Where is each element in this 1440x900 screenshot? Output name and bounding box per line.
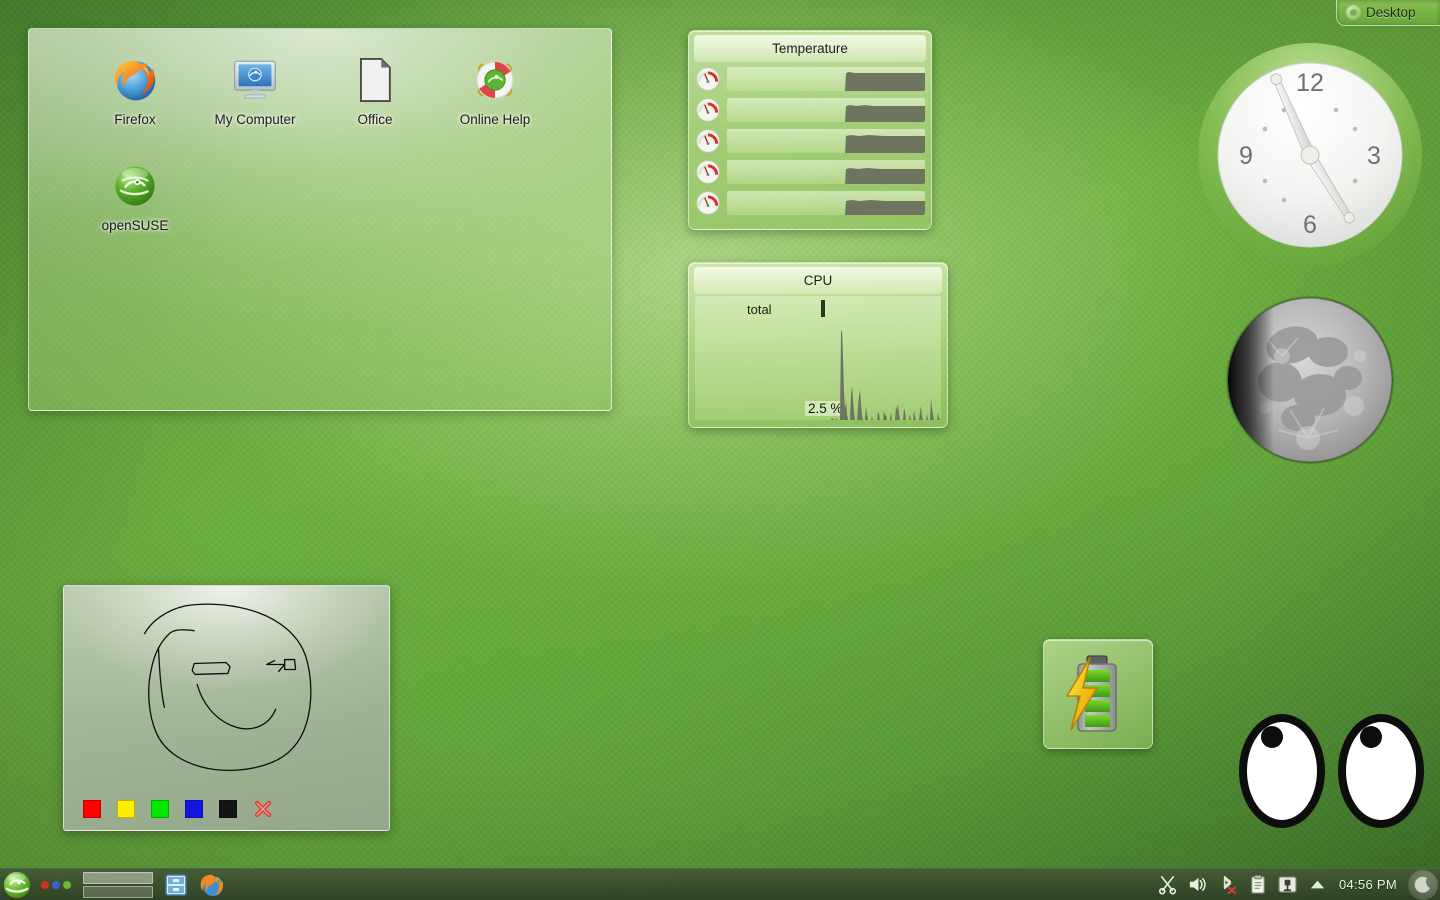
moon-phase-widget[interactable] xyxy=(1220,290,1400,470)
cpu-history-graph xyxy=(829,330,941,420)
paint-canvas[interactable] xyxy=(64,586,389,830)
clock-hour-label-9: 9 xyxy=(1239,142,1253,170)
device-notifier-icon[interactable] xyxy=(1277,874,1298,895)
desktop-icon-my-computer[interactable]: My Computer xyxy=(195,51,315,157)
cpu-legend-label: total xyxy=(747,302,772,317)
temperature-sparkline xyxy=(727,191,925,215)
eye-right xyxy=(1338,714,1424,828)
firefox-icon[interactable] xyxy=(199,872,225,898)
gauge-icon xyxy=(696,191,720,215)
pager[interactable] xyxy=(83,871,153,898)
cashew-icon xyxy=(1346,5,1361,20)
temperature-row xyxy=(695,97,925,123)
paint-palette xyxy=(83,799,273,819)
clock-hour-label-3: 3 xyxy=(1367,142,1381,170)
gauge-icon xyxy=(696,129,720,153)
temperature-rows xyxy=(689,64,931,222)
pupil-right xyxy=(1360,726,1382,748)
battery-charging-icon xyxy=(1066,655,1117,732)
arrow-up-icon[interactable] xyxy=(1307,874,1328,895)
desktop-icon-label: Office xyxy=(357,112,393,127)
desktop-icon-opensuse[interactable]: openSUSE xyxy=(75,157,195,263)
cpu-graph-area: total 2.5 % xyxy=(695,296,941,420)
gauge-icon xyxy=(696,98,720,122)
cpu-widget-title: CPU xyxy=(694,267,942,294)
pager-desktop-2[interactable] xyxy=(83,885,153,898)
folder-view-widget[interactable]: Firefox My Computer Office Online Help o… xyxy=(28,28,612,411)
color-swatch-red[interactable] xyxy=(83,800,101,818)
activity-dot[interactable] xyxy=(52,880,60,889)
taskbar: 04:56 PM xyxy=(0,868,1440,900)
temperature-widget-title: Temperature xyxy=(694,35,926,62)
opensuse-kickoff-icon[interactable] xyxy=(2,870,32,900)
moon-tray-icon[interactable] xyxy=(1408,869,1438,900)
tray-clock[interactable]: 04:56 PM xyxy=(1339,877,1397,892)
online-help-lifering-icon xyxy=(476,61,514,99)
activity-dot[interactable] xyxy=(41,880,49,889)
temperature-sparkline xyxy=(727,98,925,122)
scissors-icon[interactable] xyxy=(1157,874,1178,895)
pager-desktop-1[interactable] xyxy=(83,871,153,884)
gauge-icon xyxy=(696,160,720,184)
clock-hour-label-6: 6 xyxy=(1303,211,1317,239)
eyes-widget[interactable] xyxy=(1236,706,1428,836)
clipboard-icon[interactable] xyxy=(1247,874,1268,895)
cpu-legend-swatch xyxy=(821,300,825,317)
gauge-icon xyxy=(696,67,720,91)
battery-widget[interactable] xyxy=(1043,639,1153,749)
speaker-icon[interactable] xyxy=(1187,874,1208,895)
temperature-row xyxy=(695,159,925,185)
bluetooth-disabled-icon[interactable] xyxy=(1217,874,1238,895)
desktop-icon-office[interactable]: Office xyxy=(315,51,435,157)
paint-notes-widget[interactable] xyxy=(63,585,390,831)
firefox-icon xyxy=(114,60,156,101)
pupil-left xyxy=(1261,726,1283,748)
temperature-sparkline xyxy=(727,160,925,184)
opensuse-geeko-icon xyxy=(115,166,155,206)
color-swatch-green[interactable] xyxy=(151,800,169,818)
activity-toolbox-label: Desktop xyxy=(1366,5,1416,20)
desktop-icon-firefox[interactable]: Firefox xyxy=(75,51,195,157)
system-tray: 04:56 PM xyxy=(1157,869,1440,900)
my-computer-icon xyxy=(234,60,276,99)
eye-left xyxy=(1239,714,1325,828)
clear-x-icon[interactable] xyxy=(253,799,273,819)
analog-clock-widget[interactable]: 12 3 6 9 xyxy=(1194,35,1426,275)
office-document-icon xyxy=(360,57,391,103)
cpu-widget[interactable]: CPU total 2.5 % xyxy=(688,262,948,428)
temperature-widget[interactable]: Temperature xyxy=(688,30,932,230)
desktop-icon-label: Online Help xyxy=(459,112,531,127)
desktop-icon-label: Firefox xyxy=(114,112,156,127)
activity-indicator[interactable] xyxy=(41,880,71,889)
temperature-sparkline xyxy=(727,67,925,91)
desktop-icon-label: openSUSE xyxy=(101,218,169,233)
activity-dot[interactable] xyxy=(63,880,71,889)
activity-toolbox[interactable]: Desktop xyxy=(1336,0,1440,26)
temperature-sparkline xyxy=(727,129,925,153)
desktop-icon-label: My Computer xyxy=(214,112,296,127)
temperature-row xyxy=(695,128,925,154)
temperature-row xyxy=(695,66,925,92)
color-swatch-yellow[interactable] xyxy=(117,800,135,818)
color-swatch-black[interactable] xyxy=(219,800,237,818)
desktop-icon-online-help[interactable]: Online Help xyxy=(435,51,555,157)
temperature-row xyxy=(695,190,925,216)
file-manager-icon[interactable] xyxy=(163,872,189,898)
color-swatch-blue[interactable] xyxy=(185,800,203,818)
clock-hour-label-12: 12 xyxy=(1296,69,1324,97)
folder-view-grid: Firefox My Computer Office Online Help o… xyxy=(29,51,611,263)
